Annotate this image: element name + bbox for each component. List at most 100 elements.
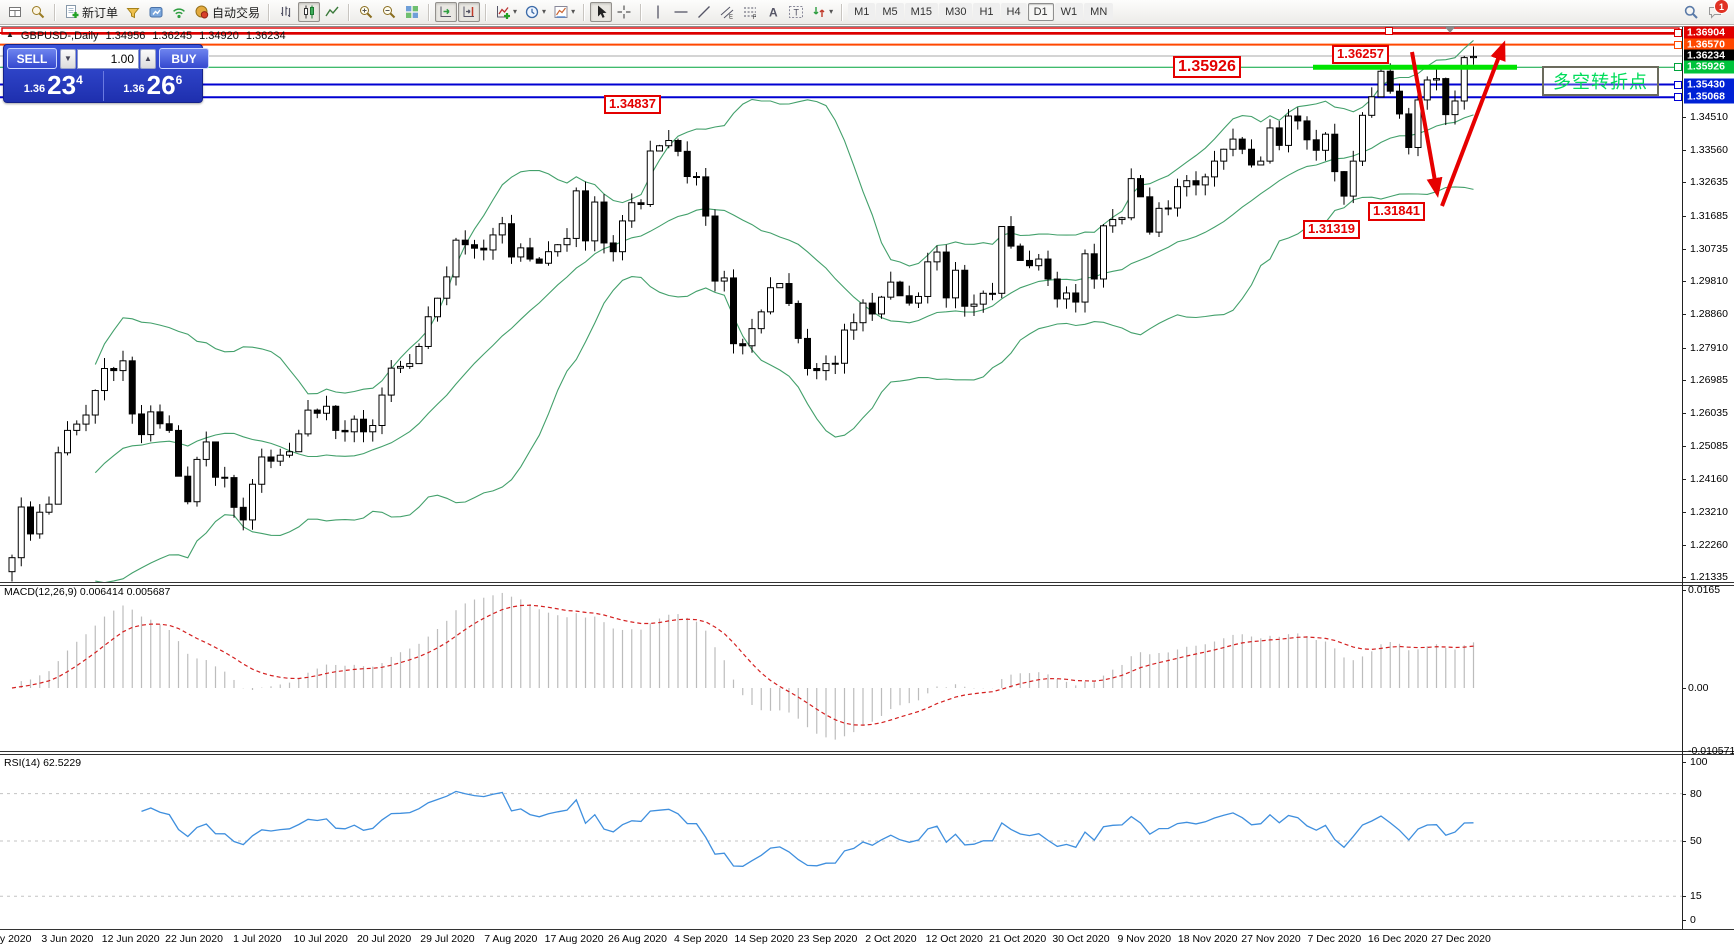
- candle-body: [675, 140, 681, 151]
- buy-price-big: 26: [147, 71, 176, 99]
- search-button[interactable]: [1680, 2, 1702, 22]
- candle-body: [379, 395, 385, 425]
- price-callout-label[interactable]: 1.35926: [1173, 56, 1241, 78]
- fibonacci-button[interactable]: F: [739, 2, 761, 22]
- market-watch-button[interactable]: [27, 2, 49, 22]
- timeframe-W1[interactable]: W1: [1055, 3, 1084, 21]
- candle-body: [92, 391, 98, 415]
- candle-body: [749, 329, 755, 346]
- label-button[interactable]: T: [785, 2, 807, 22]
- candle-body: [305, 410, 311, 434]
- templates-button[interactable]: ▾: [550, 2, 578, 22]
- ohlc-low: 1.34920: [199, 30, 239, 42]
- candle-body: [1147, 197, 1153, 232]
- line-handle[interactable]: [1674, 29, 1682, 37]
- line-handle[interactable]: [1674, 41, 1682, 49]
- new-order-icon: [64, 4, 80, 20]
- main-pane[interactable]: [0, 28, 1682, 583]
- timeframe-H1[interactable]: H1: [973, 3, 999, 21]
- candle-body: [638, 203, 644, 205]
- rsi-pane[interactable]: [0, 791, 1682, 896]
- candlestick-chart-button[interactable]: [298, 2, 320, 22]
- chart-shift-button[interactable]: [458, 2, 480, 22]
- sell-price[interactable]: 1.36 23 4: [4, 71, 104, 101]
- candle-body: [851, 323, 857, 330]
- volume-input[interactable]: [77, 49, 139, 69]
- price-callout-label[interactable]: 1.36257: [1332, 45, 1389, 64]
- candle-body: [1313, 140, 1319, 150]
- chevron-down-icon: ▾: [571, 8, 575, 16]
- templates-icon: [553, 4, 569, 20]
- cursor-button[interactable]: [590, 2, 612, 22]
- volume-up-button[interactable]: ▲: [140, 49, 156, 69]
- chart-canvas[interactable]: [0, 0, 1734, 950]
- candle-body: [999, 227, 1005, 294]
- crosshair-button[interactable]: [613, 2, 635, 22]
- candle-body: [499, 224, 505, 235]
- shapes-button[interactable]: ▾: [808, 2, 836, 22]
- candle-body: [786, 284, 792, 304]
- line-chart-icon: [324, 4, 340, 20]
- collapse-icon[interactable]: ▲: [6, 30, 14, 42]
- horizontal-line-button[interactable]: [670, 2, 692, 22]
- trendline-icon: [696, 4, 712, 20]
- price-callout-label[interactable]: 1.34837: [604, 95, 661, 114]
- buy-price-sup: 6: [176, 73, 183, 87]
- candle-body: [240, 507, 246, 520]
- toolbar-separator: [54, 4, 56, 21]
- new-order-button[interactable]: 新订单: [61, 2, 121, 22]
- ohlc-open: 1.34956: [106, 30, 146, 42]
- zoom-out-button[interactable]: [378, 2, 400, 22]
- annotation-text-box[interactable]: 多空转折点: [1542, 66, 1659, 96]
- zoom-in-button[interactable]: [355, 2, 377, 22]
- timeframe-M15[interactable]: M15: [905, 3, 938, 21]
- vertical-line-button[interactable]: [647, 2, 669, 22]
- volume-down-button[interactable]: ▼: [60, 49, 76, 69]
- bar-chart-button[interactable]: [275, 2, 297, 22]
- cursor-icon: [593, 4, 609, 20]
- price-callout-label[interactable]: 1.31319: [1303, 220, 1360, 239]
- candle-body: [629, 203, 635, 221]
- data-window-button[interactable]: [4, 2, 26, 22]
- channel-button[interactable]: E: [716, 2, 738, 22]
- trendline-button[interactable]: [693, 2, 715, 22]
- candle-body: [962, 270, 968, 306]
- notifications-button[interactable]: 1: [1704, 2, 1726, 22]
- chart-upload-button[interactable]: [145, 2, 167, 22]
- timeframe-MN[interactable]: MN: [1084, 3, 1113, 21]
- toolbar-separator: [841, 4, 843, 21]
- buy-button[interactable]: BUY: [159, 48, 209, 69]
- candle-body: [980, 293, 986, 304]
- chart-shift-icon: [461, 4, 477, 20]
- timeframe-M1[interactable]: M1: [848, 3, 875, 21]
- auto-trading-button[interactable]: 自动交易: [191, 2, 263, 22]
- arrow-object[interactable]: [1442, 46, 1503, 206]
- price-callout-label[interactable]: 1.31841: [1368, 202, 1425, 221]
- toolbar-separator: [268, 4, 270, 21]
- timeframe-D1[interactable]: D1: [1028, 3, 1054, 21]
- line-chart-button[interactable]: [321, 2, 343, 22]
- periods-button[interactable]: ▾: [521, 2, 549, 22]
- line-handle[interactable]: [1674, 93, 1682, 101]
- candle-body: [1323, 134, 1329, 150]
- expert-advisors-button[interactable]: [122, 2, 144, 22]
- tile-windows-button[interactable]: [401, 2, 423, 22]
- signals-button[interactable]: [168, 2, 190, 22]
- timeframe-M5[interactable]: M5: [876, 3, 903, 21]
- candle-body: [573, 191, 579, 239]
- line-handle[interactable]: [1674, 81, 1682, 89]
- timeframe-M30[interactable]: M30: [939, 3, 972, 21]
- candle-body: [462, 240, 468, 245]
- candle-body: [1212, 161, 1218, 177]
- text-button[interactable]: A: [762, 2, 784, 22]
- macd-pane[interactable]: [12, 593, 1474, 740]
- timeframe-H4[interactable]: H4: [1001, 3, 1027, 21]
- line-handle[interactable]: [1674, 63, 1682, 71]
- buy-price[interactable]: 1.36 26 6: [104, 71, 203, 101]
- auto-scroll-button[interactable]: [435, 2, 457, 22]
- sell-button[interactable]: SELL: [7, 48, 57, 69]
- one-click-top-row: SELL ▼ ▲ BUY: [4, 45, 202, 71]
- candle-body: [1378, 71, 1384, 97]
- line-handle[interactable]: [1385, 27, 1393, 35]
- indicators-button[interactable]: ▾: [492, 2, 520, 22]
